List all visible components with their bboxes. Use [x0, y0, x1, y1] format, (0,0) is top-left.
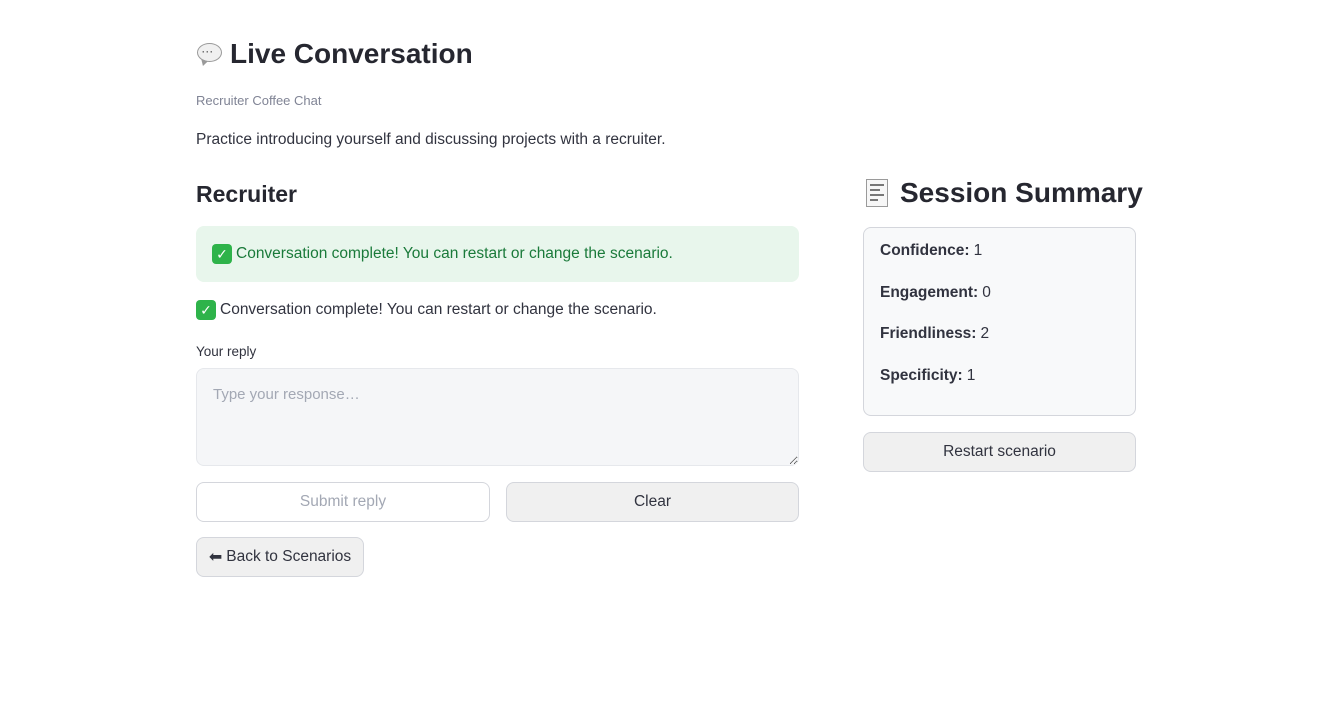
reply-input[interactable] — [196, 368, 799, 466]
back-to-scenarios-label: Back to Scenarios — [226, 548, 352, 565]
success-alert: ✓ Conversation complete! You can restart… — [196, 226, 799, 282]
metric-label: Engagement: — [880, 284, 979, 301]
page-title-text: Live Conversation — [230, 38, 473, 69]
check-mark-icon: ✓ — [212, 244, 232, 264]
speech-bubble-icon: ··· — [196, 42, 224, 66]
status-message-text: Conversation complete! You can restart o… — [220, 301, 657, 318]
receipt-icon — [866, 179, 888, 207]
metric-value: 0 — [982, 284, 991, 301]
metric-label: Friendliness: — [880, 325, 977, 342]
reply-label: Your reply — [196, 344, 257, 359]
session-summary-title-text: Session Summary — [900, 177, 1143, 208]
restart-scenario-button[interactable]: Restart scenario — [863, 432, 1136, 472]
arrow-left-icon: ⬅ — [208, 549, 223, 566]
scenario-description: Practice introducing yourself and discus… — [196, 131, 666, 148]
page-title: ··· Live Conversation — [196, 38, 473, 70]
submit-reply-button[interactable]: Submit reply — [196, 482, 490, 522]
check-mark-icon: ✓ — [196, 300, 216, 320]
metric-label: Confidence: — [880, 242, 970, 259]
metric-value: 1 — [973, 242, 983, 259]
recruiter-heading: Recruiter — [196, 181, 297, 207]
clear-label: Clear — [633, 493, 672, 510]
restart-scenario-label: Restart scenario — [943, 443, 1056, 460]
submit-reply-label: Submit reply — [299, 493, 387, 510]
metric-engagement: Engagement: 0 — [880, 284, 991, 302]
metric-friendliness: Friendliness: 2 — [880, 325, 989, 343]
metric-confidence: Confidence: 1 — [880, 242, 982, 260]
metric-value: 2 — [980, 325, 990, 342]
status-message: ✓ Conversation complete! You can restart… — [196, 300, 657, 320]
scenario-caption: Recruiter Coffee Chat — [196, 93, 322, 108]
summary-card: Confidence: 1 Engagement: 0 Friendliness: 2… — [863, 227, 1136, 416]
success-alert-text: Conversation complete! You can restart o… — [236, 245, 673, 262]
page: ··· Live Conversation Recruiter Coffee C… — [0, 0, 1321, 712]
metric-value: 1 — [966, 367, 976, 384]
metric-label: Specificity: — [880, 367, 963, 384]
clear-button[interactable]: Clear — [506, 482, 799, 522]
metric-specificity: Specificity: 1 — [880, 367, 975, 385]
back-to-scenarios-button[interactable]: ⬅ Back to Scenarios — [196, 537, 364, 577]
session-summary-title: Session Summary — [863, 177, 1143, 209]
